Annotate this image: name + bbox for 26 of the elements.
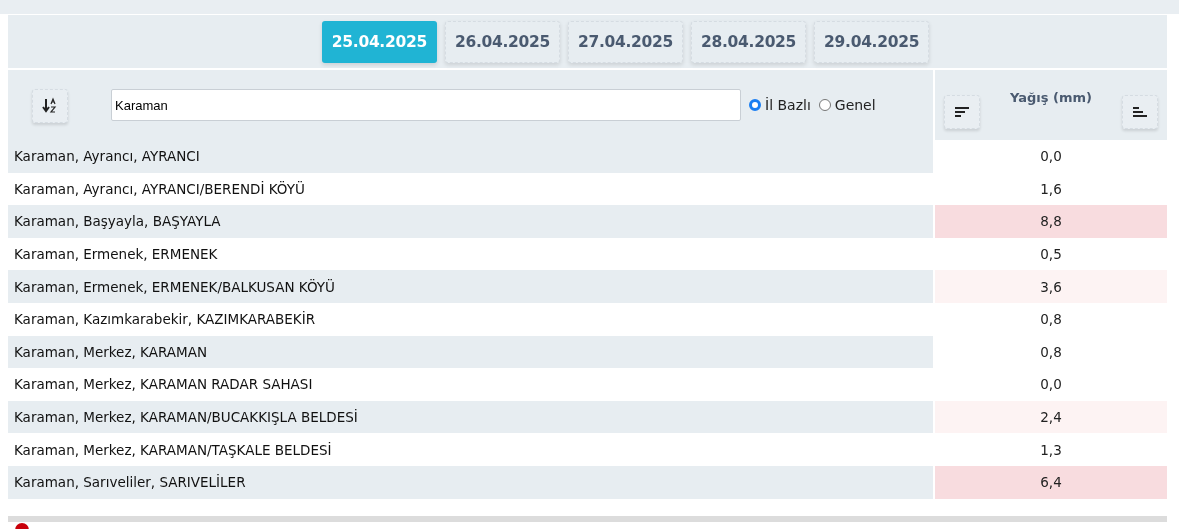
station-cell: Karaman, Merkez, KARAMAN — [8, 335, 935, 369]
station-cell: Karaman, Ayrancı, AYRANCI — [8, 140, 935, 173]
sort-ascending-button[interactable] — [1122, 95, 1158, 129]
station-cell: Karaman, Başyayla, BAŞYAYLA — [8, 205, 935, 238]
sort-descending-button[interactable] — [944, 95, 980, 129]
sort-alphabetical-icon — [41, 97, 59, 115]
column-header: Yağış (mm) — [1010, 90, 1092, 105]
sort-alphabetical-button[interactable] — [32, 89, 68, 123]
sort-descending-icon — [954, 106, 970, 118]
scope-radio[interactable]: İl Bazlı — [749, 97, 811, 113]
station-cell: Karaman, Merkez, KARAMAN/BUCAKKIŞLA BELDESİ — [8, 400, 935, 434]
station-cell: Karaman, Ermenek, ERMENEK/BALKUSAN KÖYÜ — [8, 270, 935, 303]
rainfall-cell: 6,4 — [935, 465, 1167, 499]
rainfall-cell: 3,6 — [935, 270, 1167, 303]
station-cell: Karaman, Sarıveliler, SARIVELİLER — [8, 465, 935, 499]
date-tab[interactable]: 27.04.2025 — [567, 20, 684, 63]
rainfall-cell: 8,8 — [935, 205, 1167, 238]
date-tab[interactable]: 28.04.2025 — [691, 20, 807, 63]
rainfall-cell: 2,4 — [935, 400, 1167, 434]
search-field[interactable]: Karaman — [111, 89, 741, 121]
scope-radio[interactable]: Genel — [818, 97, 876, 113]
radio-button-icon[interactable] — [749, 99, 761, 111]
date-tab[interactable]: 29.04.2025 — [814, 20, 930, 63]
sort-ascending-icon — [1132, 106, 1148, 118]
radio-button-icon[interactable] — [818, 99, 831, 111]
date-tab[interactable]: 26.04.2025 — [444, 20, 560, 63]
